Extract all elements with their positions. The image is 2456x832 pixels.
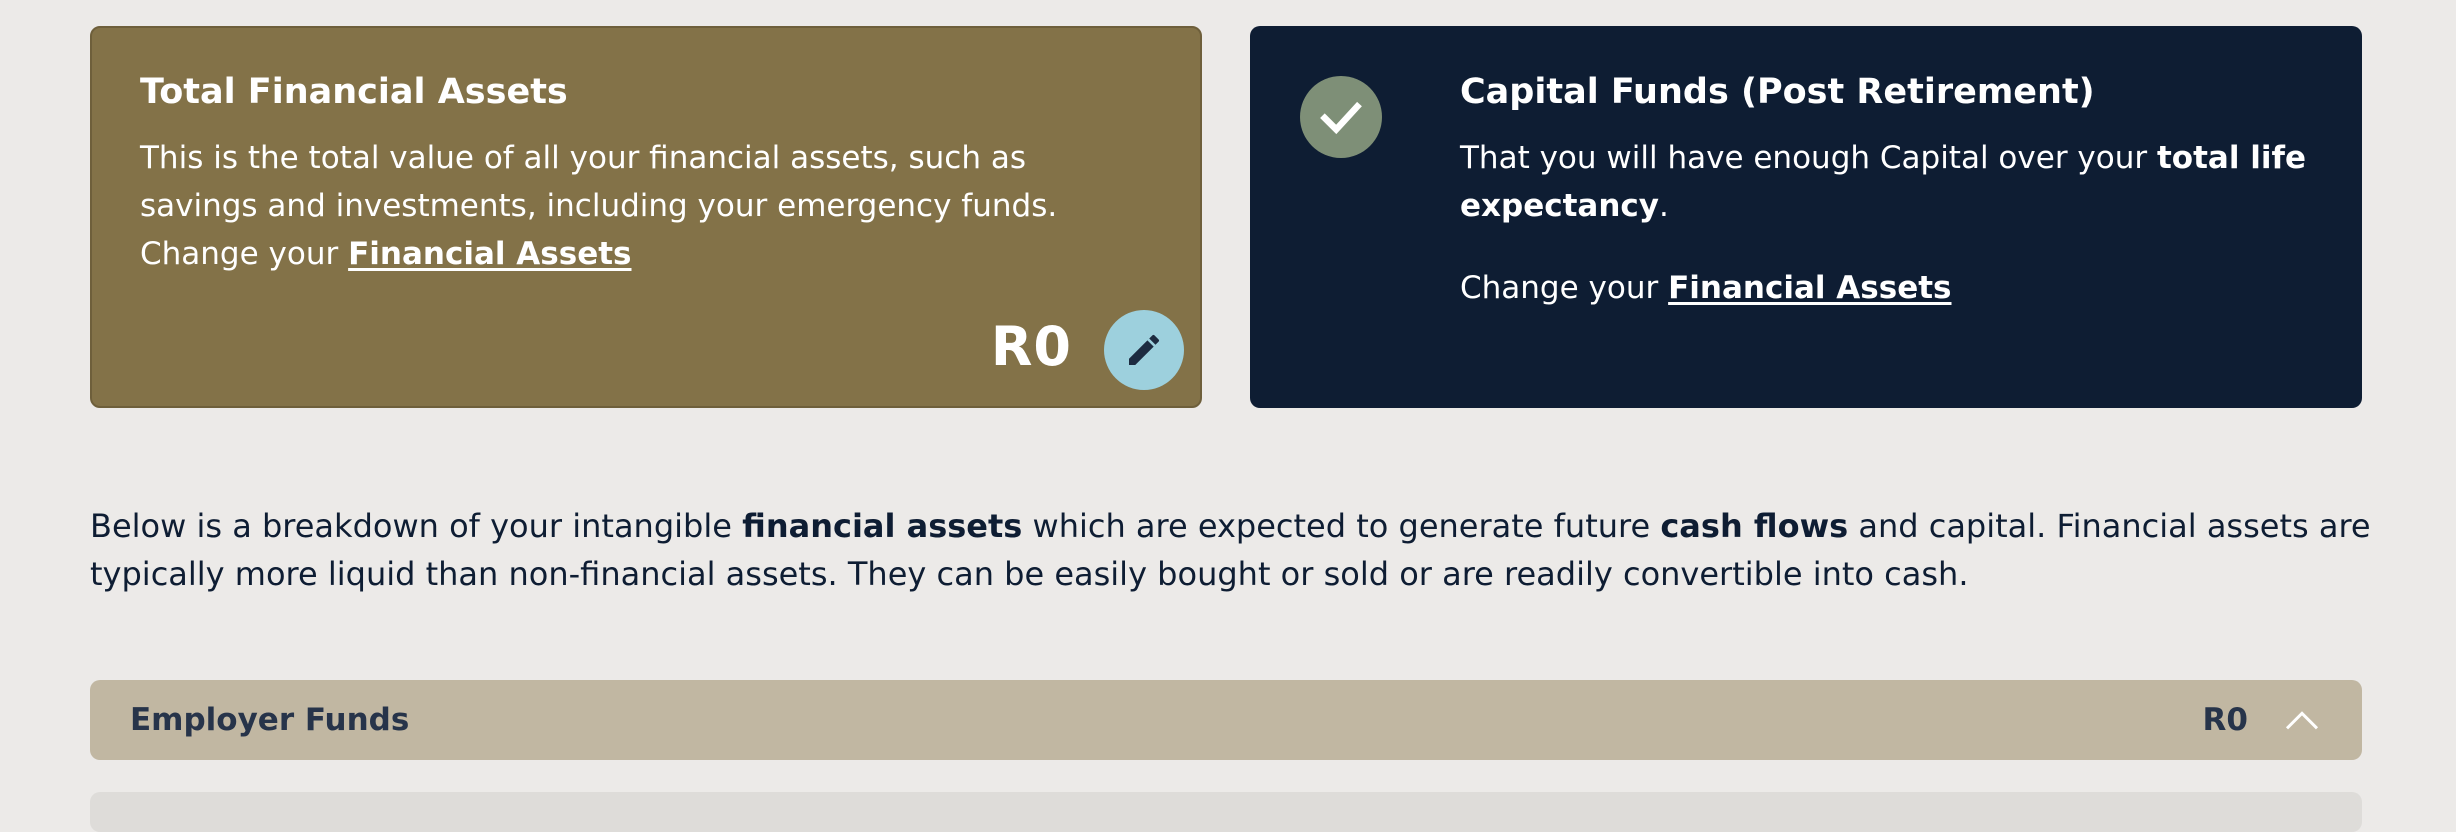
change-assets-line: Change your Financial Assets — [1460, 264, 2340, 312]
breakdown-description: Below is a breakdown of your intangible … — [90, 502, 2380, 598]
financial-assets-link[interactable]: Financial Assets — [1668, 270, 1951, 306]
check-icon — [1320, 101, 1362, 135]
card-title: Total Financial Assets — [140, 72, 568, 112]
breakdown-text: which are expected to generate future — [1022, 507, 1661, 545]
status-badge — [1300, 76, 1382, 158]
financial-assets-link[interactable]: Financial Assets — [348, 236, 631, 272]
chevron-up-icon-svg — [2285, 711, 2319, 730]
description-text: That you will have enough Capital over y… — [1460, 140, 2157, 176]
total-financial-assets-card: Total Financial Assets This is the total… — [90, 26, 1202, 408]
accordion-title: Employer Funds — [130, 702, 410, 738]
accordion-amount: R0 — [2202, 702, 2248, 738]
pencil-icon — [1129, 334, 1160, 365]
card-description: That you will have enough Capital over y… — [1460, 134, 2340, 230]
breakdown-text: Below is a breakdown of your intangible — [90, 507, 743, 545]
change-text: Change your — [1460, 270, 1669, 306]
breakdown-bold: financial assets — [742, 507, 1023, 545]
edit-assets-button[interactable] — [1104, 310, 1184, 390]
card-title: Capital Funds (Post Retirement) — [1460, 72, 2095, 112]
capital-funds-card: Capital Funds (Post Retirement) That you… — [1250, 26, 2362, 408]
employer-funds-accordion[interactable]: Employer Funds R0 — [90, 680, 2362, 760]
next-accordion-panel — [90, 792, 2362, 832]
breakdown-bold: cash flows — [1660, 507, 1849, 545]
total-amount: R0 — [990, 315, 1072, 378]
card-description: This is the total value of all your fina… — [140, 134, 1140, 278]
description-suffix: . — [1659, 188, 1669, 224]
chevron-up-icon[interactable] — [2282, 700, 2322, 740]
